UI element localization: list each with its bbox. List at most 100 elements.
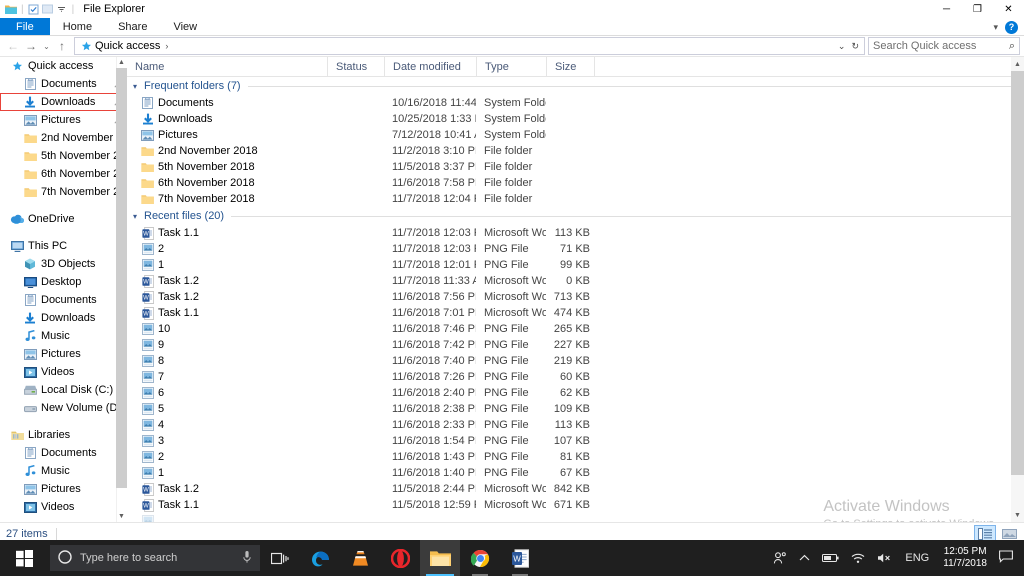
word-icon[interactable]: W (500, 540, 540, 576)
sidebar-item-new-volume-d[interactable]: New Volume (D:) (0, 399, 127, 417)
start-button[interactable] (0, 540, 48, 576)
sidebar-item-libraries[interactable]: Libraries (0, 426, 127, 444)
people-icon[interactable] (767, 540, 793, 576)
sidebar-item-pictures[interactable]: Pictures (0, 480, 127, 498)
sidebar-item-local-disk-c[interactable]: Local Disk (C:) (0, 381, 127, 399)
group-header[interactable]: ▾Frequent folders (7) (127, 77, 1024, 95)
chevron-down-icon[interactable]: ▾ (133, 212, 144, 221)
scroll-down-icon[interactable]: ▼ (1011, 508, 1024, 522)
file-name-cell[interactable]: 4 (127, 419, 327, 431)
sidebar-item-music[interactable]: Music (0, 327, 127, 345)
new-folder-icon[interactable] (41, 2, 55, 16)
taskbar-search-box[interactable]: Type here to search (50, 545, 260, 571)
sidebar-item-pictures[interactable]: Pictures (0, 111, 127, 129)
folder-icon[interactable] (4, 2, 18, 16)
microphone-icon[interactable] (242, 550, 252, 567)
file-row[interactable]: 611/6/2018 2:40 PMPNG File62 KB (127, 385, 1024, 401)
file-name-cell[interactable]: WTask 1.1 (127, 499, 327, 512)
file-row[interactable]: 911/6/2018 7:42 PMPNG File227 KB (127, 337, 1024, 353)
file-row[interactable]: 6th November 201811/6/2018 7:58 PMFile f… (127, 175, 1024, 191)
file-row[interactable]: WTask 1.211/7/2018 11:33 AMMicrosoft Wor… (127, 273, 1024, 289)
column-header-status[interactable]: Status (327, 57, 384, 77)
magnifier-icon[interactable]: ⌕ (1009, 40, 1015, 53)
sidebar-item-this-pc[interactable]: This PC (0, 237, 127, 255)
up-button[interactable]: ↑ (53, 37, 71, 55)
file-name-cell[interactable]: 2 (127, 243, 327, 255)
sidebar-item-6th-november-2018[interactable]: 6th November 2018 (0, 165, 127, 183)
wifi-icon[interactable] (845, 540, 871, 576)
battery-icon[interactable] (816, 540, 845, 576)
file-row[interactable]: 5th November 201811/5/2018 3:37 PMFile f… (127, 159, 1024, 175)
file-name-cell[interactable]: WTask 1.2 (127, 275, 327, 288)
clock[interactable]: 12:05 PM 11/7/2018 (936, 546, 994, 570)
recent-locations-button[interactable]: ⌄ (40, 37, 53, 55)
minimize-button[interactable]: ─ (931, 0, 962, 18)
restore-button[interactable]: ❐ (962, 0, 993, 18)
file-row[interactable]: WTask 1.111/7/2018 12:03 PMMicrosoft Wor… (127, 225, 1024, 241)
file-row[interactable]: 411/6/2018 2:33 PMPNG File113 KB (127, 417, 1024, 433)
breadcrumb-separator[interactable]: › (162, 41, 171, 51)
file-row[interactable]: 311/6/2018 1:54 PMPNG File107 KB (127, 433, 1024, 449)
file-name-cell[interactable]: WTask 1.1 (127, 227, 327, 240)
sidebar-scroll-thumb[interactable] (116, 68, 127, 488)
file-name-cell[interactable]: 1 (127, 259, 327, 271)
scroll-up-icon[interactable]: ▲ (1011, 57, 1024, 71)
file-explorer-icon[interactable] (420, 540, 460, 576)
sidebar-item-downloads[interactable]: Downloads (0, 309, 127, 327)
chevron-down-icon[interactable]: ▾ (133, 82, 144, 91)
file-row[interactable]: WTask 1.111/5/2018 12:59 PMMicrosoft Wor… (127, 497, 1024, 513)
volume-muted-icon[interactable] (871, 540, 898, 576)
task-view-icon[interactable] (260, 540, 300, 576)
address-dropdown-icon[interactable]: ⌄ (838, 41, 846, 52)
sidebar-item-downloads[interactable]: Downloads (0, 93, 127, 111)
language-indicator[interactable]: ENG (898, 552, 936, 564)
address-input[interactable]: Quick access › ⌄ ↻ (74, 37, 865, 55)
sidebar-item-videos[interactable]: Videos (0, 498, 127, 516)
column-header-type[interactable]: Type (476, 57, 546, 77)
sidebar-item-desktop[interactable]: Desktop (0, 273, 127, 291)
file-name-cell[interactable]: Downloads (127, 113, 327, 125)
action-center-icon[interactable] (994, 550, 1022, 566)
file-name-cell[interactable]: 1 (127, 467, 327, 479)
file-name-cell[interactable]: Documents (127, 97, 327, 109)
file-row[interactable]: 2nd November 201811/2/2018 3:10 PMFile f… (127, 143, 1024, 159)
file-row[interactable]: WTask 1.211/6/2018 7:56 PMMicrosoft Word… (127, 289, 1024, 305)
sidebar-item-pictures[interactable]: Pictures (0, 345, 127, 363)
sidebar-item-videos[interactable]: Videos (0, 363, 127, 381)
vlc-icon[interactable] (340, 540, 380, 576)
search-input[interactable]: Search Quick access ⌕ (868, 37, 1020, 55)
refresh-icon[interactable]: ↻ (851, 41, 859, 52)
sidebar-item-documents[interactable]: Documents (0, 291, 127, 309)
file-name-cell[interactable]: 5th November 2018 (127, 161, 327, 173)
properties-icon[interactable] (27, 2, 41, 16)
file-name-cell[interactable]: WTask 1.2 (127, 291, 327, 304)
file-row[interactable]: 211/6/2018 1:43 PMPNG File81 KB (127, 449, 1024, 465)
file-row[interactable]: Pictures7/12/2018 10:41 AMSystem Folder (127, 127, 1024, 143)
file-name-cell[interactable]: 8 (127, 355, 327, 367)
breadcrumb-quick-access[interactable]: Quick access (93, 40, 162, 52)
sidebar-item-quick-access[interactable]: Quick access (0, 57, 127, 75)
opera-icon[interactable] (380, 540, 420, 576)
column-header-size[interactable]: Size (546, 57, 594, 77)
file-name-cell[interactable]: 6th November 2018 (127, 177, 327, 189)
file-name-cell[interactable]: 7th November 2018 (127, 193, 327, 205)
sidebar-scroll-down-icon[interactable]: ▼ (116, 511, 127, 522)
file-list-scroll-thumb[interactable] (1011, 71, 1024, 475)
file-row[interactable]: 211/7/2018 12:03 PMPNG File71 KB (127, 241, 1024, 257)
sidebar-item-7th-november-2018[interactable]: 7th November 2018 (0, 183, 127, 201)
chrome-icon[interactable] (460, 540, 500, 576)
tab-share[interactable]: Share (105, 18, 160, 35)
customize-dropdown-icon[interactable] (55, 2, 69, 16)
file-name-cell[interactable]: 9 (127, 339, 327, 351)
close-button[interactable]: ✕ (993, 0, 1024, 18)
group-header[interactable]: ▾Recent files (20) (127, 207, 1024, 225)
file-name-cell[interactable]: 2nd November 2018 (127, 145, 327, 157)
file-name-cell[interactable]: 6 (127, 387, 327, 399)
file-row[interactable]: 711/6/2018 7:26 PMPNG File60 KB (127, 369, 1024, 385)
file-name-cell[interactable]: 10 (127, 323, 327, 335)
file-row-clipped[interactable] (127, 513, 1024, 522)
sidebar-item-music[interactable]: Music (0, 462, 127, 480)
sidebar-item-documents[interactable]: Documents (0, 444, 127, 462)
file-row[interactable]: 811/6/2018 7:40 PMPNG File219 KB (127, 353, 1024, 369)
file-row[interactable]: WTask 1.211/5/2018 2:44 PMMicrosoft Word… (127, 481, 1024, 497)
